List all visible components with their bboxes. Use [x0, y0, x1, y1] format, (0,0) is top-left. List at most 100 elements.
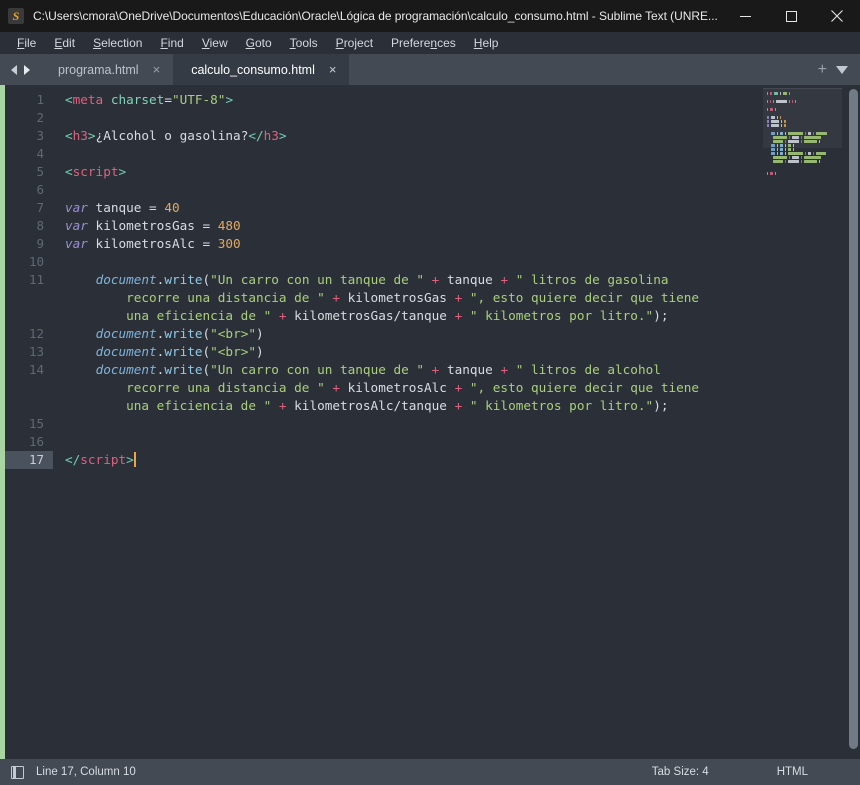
menu-selection[interactable]: Selection [84, 32, 151, 54]
menu-bar: File Edit Selection Find View Goto Tools… [0, 32, 860, 54]
line-number: 4 [36, 146, 44, 161]
code-token: var [65, 236, 88, 251]
minimap-token [783, 92, 787, 95]
code-token: var [65, 218, 88, 233]
minimap-token [788, 132, 803, 135]
tab-size-label[interactable]: Tab Size: 4 [652, 766, 709, 778]
minimap-token [777, 132, 778, 135]
code-token: < [65, 128, 73, 143]
minimap-token [767, 124, 769, 127]
next-tab-arrow-icon[interactable] [23, 64, 30, 75]
minimap-token [767, 100, 768, 103]
minimap-token [775, 108, 776, 111]
code-token: kilometrosGas [347, 290, 447, 305]
code-token: ( [202, 344, 211, 359]
code-token: kilometrosAlc/tanque [294, 398, 447, 413]
minimap-token [804, 136, 821, 139]
menu-goto[interactable]: Goto [237, 32, 281, 54]
code-token: kilometrosAlc [87, 236, 203, 251]
line-number: 16 [28, 434, 44, 449]
minimap-token [771, 152, 775, 155]
minimap-token [805, 132, 806, 135]
minimap-token [793, 144, 794, 147]
code-token: + [324, 380, 348, 395]
prev-tab-arrow-icon[interactable] [10, 64, 17, 75]
menu-view[interactable]: View [193, 32, 237, 54]
minimap-token [785, 160, 786, 163]
code-content[interactable]: <meta charset="UTF-8"> <h3>¿Alcohol o ga… [53, 85, 758, 759]
line-number-wrap [5, 289, 53, 307]
code-token: + [424, 362, 447, 377]
tab-close-icon[interactable]: × [153, 63, 161, 76]
code-token: recorre una distancia de " [65, 380, 325, 395]
minimap-token [804, 160, 817, 163]
line-number: 17 [5, 451, 53, 469]
code-line: document.write("Un carro con un tanque d… [65, 361, 758, 379]
code-token: tanque [446, 272, 493, 287]
minimap-token [771, 148, 775, 151]
line-number: 8 [36, 218, 44, 233]
minimap-token [780, 144, 783, 147]
minimap-token [770, 92, 772, 95]
line-number-gutter: 1 2 3 4 5 6 7 8 9 10 11 12 13 14 15 16 17 [5, 85, 53, 759]
menu-tools[interactable]: Tools [281, 32, 327, 54]
code-token: una eficiencia de " [65, 308, 272, 323]
code-token: " litros de gasolina [515, 272, 669, 287]
minimap-token [773, 160, 783, 163]
code-token: + [271, 308, 295, 323]
maximize-button[interactable] [768, 0, 814, 32]
chevron-down-icon[interactable] [836, 65, 848, 74]
menu-preferences[interactable]: Preferences [382, 32, 465, 54]
close-button[interactable] [814, 0, 860, 32]
tab-close-icon[interactable]: × [329, 63, 337, 76]
line-number-wrap [5, 379, 53, 397]
menu-file[interactable]: File [8, 32, 45, 54]
code-token: 480 [217, 218, 241, 233]
menu-help[interactable]: Help [465, 32, 508, 54]
minimap-token [780, 132, 783, 135]
code-token: "Un carro con un tanque de " [210, 362, 425, 377]
code-token: + [492, 272, 516, 287]
minimap[interactable] [758, 85, 846, 759]
code-token: </ [65, 452, 81, 467]
code-line: var kilometrosAlc = 300 [65, 235, 758, 253]
scrollbar-thumb[interactable] [849, 89, 858, 749]
menu-edit[interactable]: Edit [45, 32, 84, 54]
code-token: + [271, 398, 295, 413]
title-bar: S C:\Users\cmora\OneDrive\Documentos\Edu… [0, 0, 860, 32]
line-number: 14 [28, 362, 44, 377]
minimize-button[interactable] [722, 0, 768, 32]
tab-nav-arrows [0, 54, 40, 85]
code-token: " kilometros por litro." [469, 398, 654, 413]
code-token: > [118, 164, 127, 179]
code-token: write [164, 362, 203, 377]
cursor-position-label[interactable]: Line 17, Column 10 [36, 766, 136, 778]
minimap-line [767, 164, 846, 167]
line-number: 11 [28, 272, 44, 287]
tab-programa-html[interactable]: programa.html × [40, 54, 174, 85]
code-token: = [149, 200, 157, 215]
minimap-token [780, 116, 781, 119]
code-token: > [87, 128, 96, 143]
code-token: + [324, 290, 348, 305]
sidebar-toggle-icon[interactable] [11, 765, 24, 779]
tab-calculo-consumo-html[interactable]: calculo_consumo.html × [173, 54, 350, 85]
code-line: <script> [65, 163, 758, 181]
syntax-label[interactable]: HTML [777, 766, 808, 778]
menu-find[interactable]: Find [151, 32, 192, 54]
menu-project[interactable]: Project [327, 32, 382, 54]
vertical-scrollbar[interactable] [846, 85, 860, 759]
code-token: > [126, 452, 134, 467]
code-token: ); [653, 308, 669, 323]
minimap-token [819, 140, 820, 143]
sublime-logo-icon: S [8, 8, 24, 24]
minimap-token [792, 100, 793, 103]
new-tab-icon[interactable]: + [818, 61, 827, 78]
code-token: > [278, 128, 287, 143]
